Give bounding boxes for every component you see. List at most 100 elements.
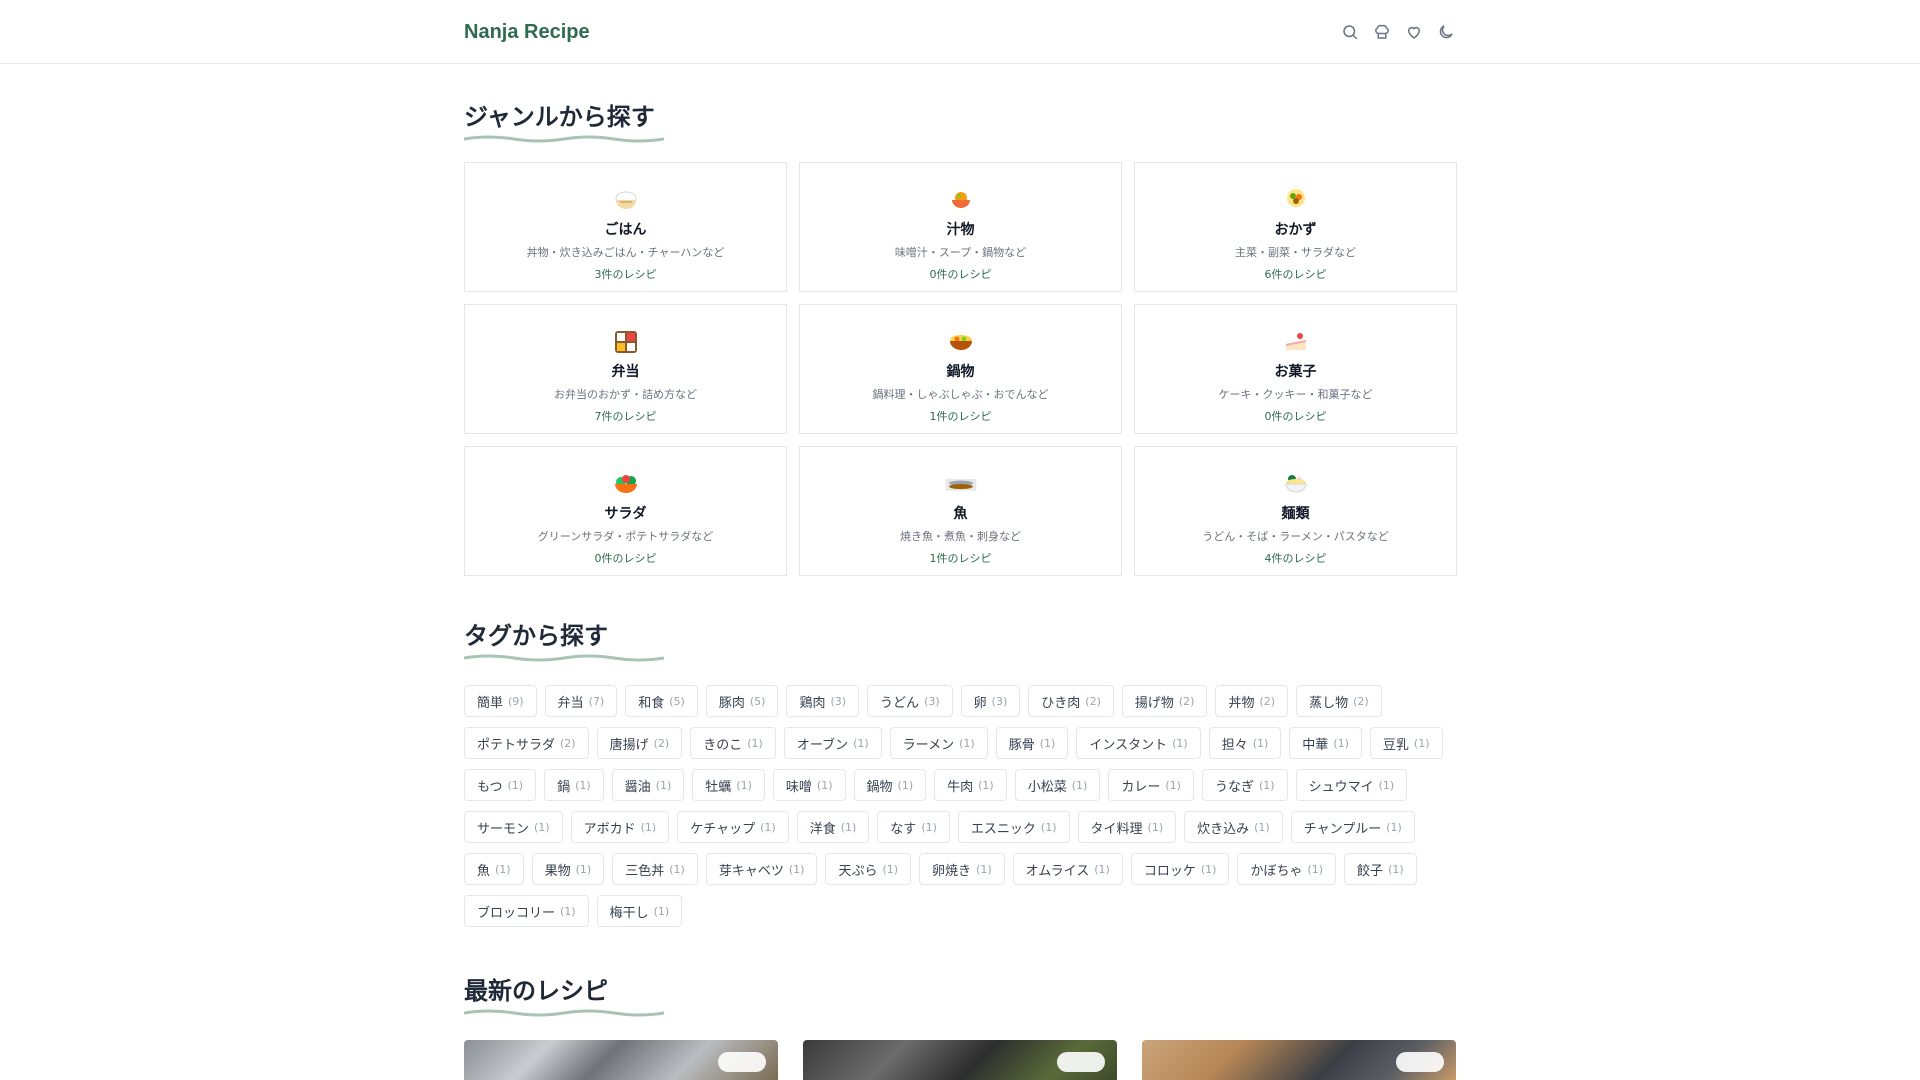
genre-card-menrui[interactable]: 麺類 うどん・そば・ラーメン・パスタなど 4件のレシピ [1134,446,1457,576]
header-inner: Nanja Recipe [464,0,1456,64]
genre-card-okashi[interactable]: お菓子 ケーキ・クッキー・和菓子など 0件のレシピ [1134,304,1457,434]
chef-icon[interactable] [1372,22,1392,42]
tag-label: 鍋物 [866,779,893,795]
tag-chip[interactable]: サーモン (1) [464,811,563,843]
favorite-badge[interactable] [718,1052,766,1072]
tag-chip[interactable]: ケチャップ (1) [677,811,789,843]
tag-chip[interactable]: 牛肉 (1) [934,769,1007,801]
tag-chip[interactable]: タイ料理 (1) [1077,811,1177,843]
tag-chip[interactable]: チャンプルー (1) [1290,811,1415,843]
tag-count: (1) [1254,820,1270,834]
heart-icon[interactable] [1404,22,1424,42]
tag-chip[interactable]: コロッケ (1) [1130,853,1230,885]
tag-chip[interactable]: うどん (3) [867,685,953,717]
tag-chip[interactable]: 果物 (1) [531,853,605,885]
tag-chip[interactable]: 蒸し物 (2) [1296,685,1382,717]
tag-label: ケチャップ [690,821,756,837]
tag-chip[interactable]: 餃子 (1) [1344,853,1417,885]
favorite-badge[interactable] [1057,1052,1105,1072]
tag-chip[interactable]: エスニック (1) [957,811,1070,843]
tag-chip[interactable]: 牡蠣 (1) [692,769,765,801]
tag-chip[interactable]: 魚 (1) [464,853,524,885]
latest-section-title-text: 最新のレシピ [464,977,608,1005]
tag-chip[interactable]: ブロッコリー (1) [464,895,589,927]
tag-chip[interactable]: 卵焼き (1) [919,853,1005,885]
genre-card-gohan[interactable]: ごはん 丼物・炊き込みごはん・チャーハンなど 3件のレシピ [464,162,787,292]
tag-chip[interactable]: 豚骨 (1) [995,727,1069,759]
tag-chip[interactable]: インスタント (1) [1076,727,1201,759]
tag-chip[interactable]: 丼物 (2) [1215,685,1289,717]
tag-label: 味噌 [785,779,812,795]
tag-chip[interactable]: アボカド (1) [570,811,670,843]
favorite-badge[interactable] [1396,1052,1444,1072]
tag-label: インスタント [1089,737,1168,753]
tag-chip[interactable]: 鍋 (1) [544,769,604,801]
tag-chip[interactable]: かぼちゃ (1) [1237,853,1337,885]
genre-card-nabemono[interactable]: 鍋物 鍋料理・しゃぶしゃぶ・おでんなど 1件のレシピ [799,304,1122,434]
tag-label: 唐揚げ [609,737,649,753]
genre-count: 4件のレシピ [1264,552,1327,565]
tag-chip[interactable]: 担々 (1) [1208,727,1282,759]
tag-chip[interactable]: きのこ (1) [690,727,776,759]
tag-chip[interactable]: 豚肉 (5) [705,685,779,717]
tag-chip[interactable]: 醤油 (1) [611,769,685,801]
tag-chip[interactable]: シュウマイ (1) [1295,769,1408,801]
tag-count: (1) [1094,862,1110,876]
genre-card-bento[interactable]: 弁当 お弁当のおかず・詰め方など 7件のレシピ [464,304,787,434]
tag-chip[interactable]: 三色丼 (1) [612,853,698,885]
tag-chip[interactable]: 和食 (5) [625,685,698,717]
tag-count: (1) [1252,736,1269,750]
tag-chip[interactable]: 揚げ物 (2) [1121,685,1208,717]
tag-chip[interactable]: 炊き込み (1) [1184,811,1283,843]
tag-chip[interactable]: 唐揚げ (2) [596,727,683,759]
tag-chip[interactable]: ポテトサラダ (2) [464,727,589,759]
recipe-card-image[interactable] [464,1040,778,1080]
tag-count: (1) [1172,736,1188,750]
tag-chip[interactable]: 芽キャベツ (1) [705,853,818,885]
tag-chip[interactable]: 簡単 (9) [464,685,537,717]
tag-count: (1) [978,778,994,792]
genre-card-salad[interactable]: サラダ グリーンサラダ・ポテトサラダなど 0件のレシピ [464,446,787,576]
bento-icon [609,325,643,359]
tag-label: ラーメン [902,737,955,753]
tag-chip[interactable]: ラーメン (1) [889,727,988,759]
tag-label: 和食 [638,695,665,711]
tag-count: (7) [588,694,605,708]
tag-chip[interactable]: なす (1) [877,811,950,843]
tag-chip[interactable]: 天ぷら (1) [825,853,912,885]
tag-label: 豆乳 [1382,737,1409,753]
tag-chip[interactable]: 中華 (1) [1289,727,1362,759]
tag-chip[interactable]: 小松菜 (1) [1014,769,1101,801]
tag-chip[interactable]: 卵 (3) [960,685,1021,717]
genre-name: 汁物 [946,222,975,238]
genre-count: 3件のレシピ [594,268,657,281]
tag-chip[interactable]: 洋食 (1) [796,811,870,843]
tag-chip[interactable]: もつ (1) [464,769,537,801]
genre-card-sakana[interactable]: 魚 焼き魚・煮魚・刺身など 1件のレシピ [799,446,1122,576]
tag-chip[interactable]: 鍋物 (1) [853,769,927,801]
tag-label: 丼物 [1228,695,1255,711]
genre-card-shirumono[interactable]: 汁物 味噌汁・スープ・鍋物など 0件のレシピ [799,162,1122,292]
tag-chip[interactable]: うなぎ (1) [1201,769,1288,801]
tag-list: 簡単 (9) 弁当 (7) 和食 (5) 豚肉 (5) 鶏肉 (3) うどん (3) 卵 (3) ひき肉 (2… [464,685,1456,927]
tag-chip[interactable]: オーブン (1) [783,727,882,759]
genre-card-okazu[interactable]: おかず 主菜・副菜・サラダなど 6件のレシピ [1134,162,1457,292]
tag-chip[interactable]: 鶏肉 (3) [786,685,860,717]
tag-chip[interactable]: 豆乳 (1) [1369,727,1443,759]
moon-icon[interactable] [1436,22,1456,42]
recipe-card-image[interactable] [1142,1040,1456,1080]
tag-count: (2) [653,736,670,750]
tag-chip[interactable]: カレー (1) [1108,769,1194,801]
tag-chip[interactable]: 梅干し (1) [596,895,683,927]
site-logo[interactable]: Nanja Recipe [464,21,590,44]
tag-count: (1) [1039,736,1056,750]
tag-chip[interactable]: 弁当 (7) [544,685,618,717]
tag-label: 豚肉 [718,695,745,711]
tag-chip[interactable]: 味噌 (1) [772,769,846,801]
tag-label: 卵 [973,695,987,711]
tag-chip[interactable]: ひき肉 (2) [1028,685,1114,717]
search-icon[interactable] [1340,22,1360,42]
tag-chip[interactable]: オムライス (1) [1012,853,1123,885]
recipe-card-image[interactable] [803,1040,1117,1080]
tag-label: 炊き込み [1197,821,1250,837]
